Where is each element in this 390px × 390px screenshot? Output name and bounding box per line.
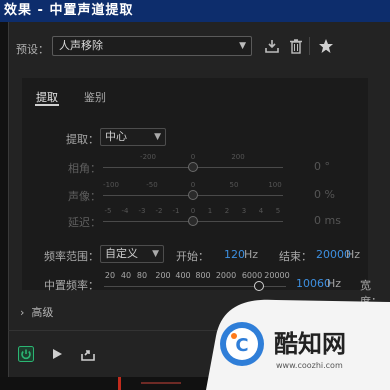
preset-select[interactable]: 人声移除 ▼: [52, 36, 252, 56]
preset-select-value: 人声移除: [59, 39, 103, 52]
playhead-marker: [118, 377, 121, 390]
scale-label: 3: [241, 207, 247, 215]
center-freq-unit: Hz: [327, 277, 342, 290]
delay-label: 延迟：: [68, 216, 101, 229]
center-freq-slider-knob[interactable]: [254, 281, 264, 291]
scale-label: 4: [258, 207, 264, 215]
start-label: 开始：: [176, 250, 209, 263]
scale-label: -200: [140, 153, 156, 161]
chevron-down-icon: ▼: [239, 41, 246, 51]
delay-scale: -5 -4 -3 -2 -1 0 1 2 3 4 5: [103, 207, 283, 216]
scale-label: -100: [103, 181, 119, 189]
chevron-down-icon: ▼: [154, 132, 161, 142]
advanced-label: 高级: [31, 306, 54, 319]
scale-label: 50: [229, 181, 239, 189]
center-freq-value[interactable]: 10060: [296, 277, 331, 290]
pan-slider-knob[interactable]: [188, 190, 198, 200]
pan-label: 声像：: [68, 190, 101, 203]
phase-label: 相角：: [68, 162, 101, 175]
scale-label: 0: [190, 181, 196, 189]
chevron-down-icon: ▼: [152, 249, 159, 259]
tab-discriminate[interactable]: 鉴别: [84, 89, 106, 105]
phase-scale: -200 0 200: [103, 153, 283, 162]
scale-label: 1: [207, 207, 213, 215]
scale-label: 100: [268, 181, 282, 189]
scale-label: -5: [104, 207, 112, 215]
delay-value: 0 ms: [314, 214, 341, 227]
watermark-url: www.coozhi.com: [276, 361, 343, 370]
timeline-marker: [141, 382, 181, 384]
scale-label: 6000: [241, 271, 263, 280]
scale-label: 800: [195, 271, 211, 280]
preset-label: 预设：: [16, 43, 49, 56]
scale-label: 0: [190, 207, 196, 215]
scale-label: 20000: [264, 271, 290, 280]
toolbar-divider: [309, 37, 310, 55]
end-label: 结束：: [279, 250, 312, 263]
phase-slider-knob[interactable]: [188, 162, 198, 172]
extract-select-value: 中心: [105, 130, 127, 143]
scale-label: 2: [224, 207, 230, 215]
pan-value: 0 %: [314, 188, 335, 201]
svg-text:C: C: [235, 335, 248, 356]
left-edge-strip: [0, 22, 8, 390]
star-icon[interactable]: [318, 38, 334, 54]
chevron-right-icon: ›: [20, 306, 32, 319]
scale-label: 400: [175, 271, 191, 280]
freq-range-label: 频率范围：: [44, 250, 99, 263]
play-icon[interactable]: [50, 347, 64, 361]
tab-extract[interactable]: 提取: [36, 89, 58, 105]
scale-label: 80: [136, 271, 148, 280]
advanced-toggle[interactable]: › 高级: [20, 304, 53, 320]
scale-label: 20: [104, 271, 116, 280]
freq-range-select-value: 自定义: [105, 247, 138, 260]
delay-slider-knob[interactable]: [188, 216, 198, 226]
scale-label: -3: [138, 207, 146, 215]
watermark-logo: C 酷知网 www.coozhi.com: [206, 299, 390, 390]
scale-label: 200: [231, 153, 245, 161]
watermark-name: 酷知网: [274, 330, 346, 358]
start-unit: Hz: [244, 248, 259, 261]
export-icon[interactable]: [80, 346, 96, 362]
extract-label: 提取：: [66, 133, 99, 146]
extract-select[interactable]: 中心 ▼: [100, 128, 166, 146]
scale-label: 40: [120, 271, 132, 280]
window-title: 效果 - 中置声道提取: [0, 0, 390, 22]
trash-icon[interactable]: [288, 38, 304, 54]
start-value[interactable]: 120: [224, 248, 245, 261]
scale-label: 200: [155, 271, 171, 280]
scale-label: -2: [155, 207, 163, 215]
scale-label: 0: [190, 153, 196, 161]
scale-label: -4: [121, 207, 129, 215]
active-tab-indicator: [35, 104, 59, 106]
scale-label: -1: [172, 207, 180, 215]
scale-label: 2000: [215, 271, 237, 280]
end-unit: Hz: [346, 248, 361, 261]
download-icon[interactable]: [264, 38, 280, 54]
scale-label: -50: [146, 181, 158, 189]
pan-scale: -100 -50 0 50 100: [103, 181, 283, 190]
center-freq-label: 中置频率：: [44, 279, 99, 292]
freq-range-select[interactable]: 自定义 ▼: [100, 245, 164, 263]
power-icon[interactable]: [18, 346, 34, 362]
scale-label: 5: [275, 207, 281, 215]
phase-value: 0 °: [314, 160, 330, 173]
